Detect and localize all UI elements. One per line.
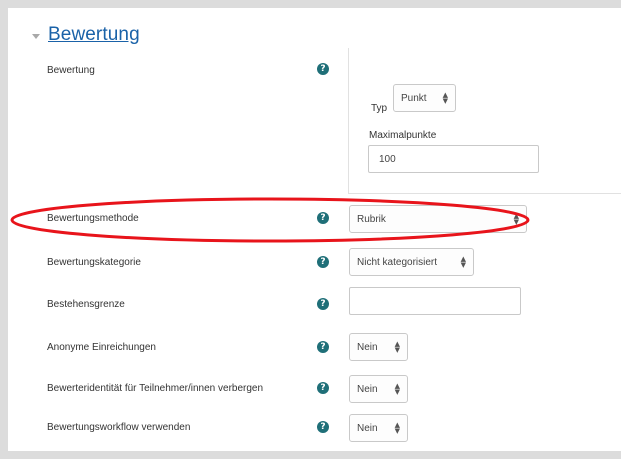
pass-grade-input[interactable] xyxy=(349,287,521,315)
marking-workflow-select[interactable]: Nein ▲ ▼ xyxy=(349,414,408,442)
select-arrows-icon: ▲ ▼ xyxy=(513,212,519,226)
type-select-value: Punkt xyxy=(401,92,427,104)
anonymous-submissions-select[interactable]: Nein ▲ ▼ xyxy=(349,333,408,361)
select-arrows-icon: ▲ ▼ xyxy=(394,382,400,396)
hide-grader-select[interactable]: Nein ▲ ▼ xyxy=(349,375,408,403)
type-select[interactable]: Punkt ▲ ▼ xyxy=(393,84,456,112)
select-arrows-icon: ▲ ▼ xyxy=(394,340,400,354)
section-header-bewertung[interactable]: Bewertung xyxy=(32,22,140,48)
hide-grader-value: Nein xyxy=(357,383,378,395)
marking-workflow-value: Nein xyxy=(357,422,378,434)
anonymous-submissions-label: Anonyme Einreichungen xyxy=(47,342,156,353)
help-icon[interactable]: ? xyxy=(317,256,329,268)
grade-type-box: Typ Punkt ▲ ▼ Maximalpunkte 100 xyxy=(348,48,621,194)
grade-label: Bewertung xyxy=(47,65,95,76)
select-arrows-icon: ▲ ▼ xyxy=(460,255,466,269)
help-icon[interactable]: ? xyxy=(317,421,329,433)
help-icon[interactable]: ? xyxy=(317,63,329,75)
select-arrows-icon: ▲ ▼ xyxy=(394,421,400,435)
grade-category-select[interactable]: Nicht kategorisiert ▲ ▼ xyxy=(349,248,474,276)
grading-method-label: Bewertungsmethode xyxy=(47,213,139,224)
section-title[interactable]: Bewertung xyxy=(48,24,140,46)
marking-workflow-label: Bewertungsworkflow verwenden xyxy=(47,422,191,433)
collapse-triangle-icon[interactable] xyxy=(32,33,40,39)
select-arrows-icon: ▲ ▼ xyxy=(442,91,448,105)
pass-grade-label: Bestehensgrenze xyxy=(47,299,125,310)
help-icon[interactable]: ? xyxy=(317,212,329,224)
anonymous-submissions-value: Nein xyxy=(357,341,378,353)
help-icon[interactable]: ? xyxy=(317,341,329,353)
help-icon[interactable]: ? xyxy=(317,298,329,310)
type-label: Typ xyxy=(371,103,388,114)
max-points-label: Maximalpunkte xyxy=(369,130,437,141)
max-points-input[interactable]: 100 xyxy=(368,145,539,173)
max-points-value: 100 xyxy=(379,153,396,165)
grade-settings-panel: Bewertung Bewertung ? Typ Punkt ▲ ▼ Maxim… xyxy=(8,8,621,451)
grade-category-value: Nicht kategorisiert xyxy=(357,256,438,268)
grading-method-select[interactable]: Rubrik ▲ ▼ xyxy=(349,205,527,233)
hide-grader-label: Bewerteridentität für Teilnehmer/innen v… xyxy=(47,383,264,394)
grading-method-value: Rubrik xyxy=(357,213,386,225)
help-icon[interactable]: ? xyxy=(317,382,329,394)
grade-category-label: Bewertungskategorie xyxy=(47,257,141,268)
